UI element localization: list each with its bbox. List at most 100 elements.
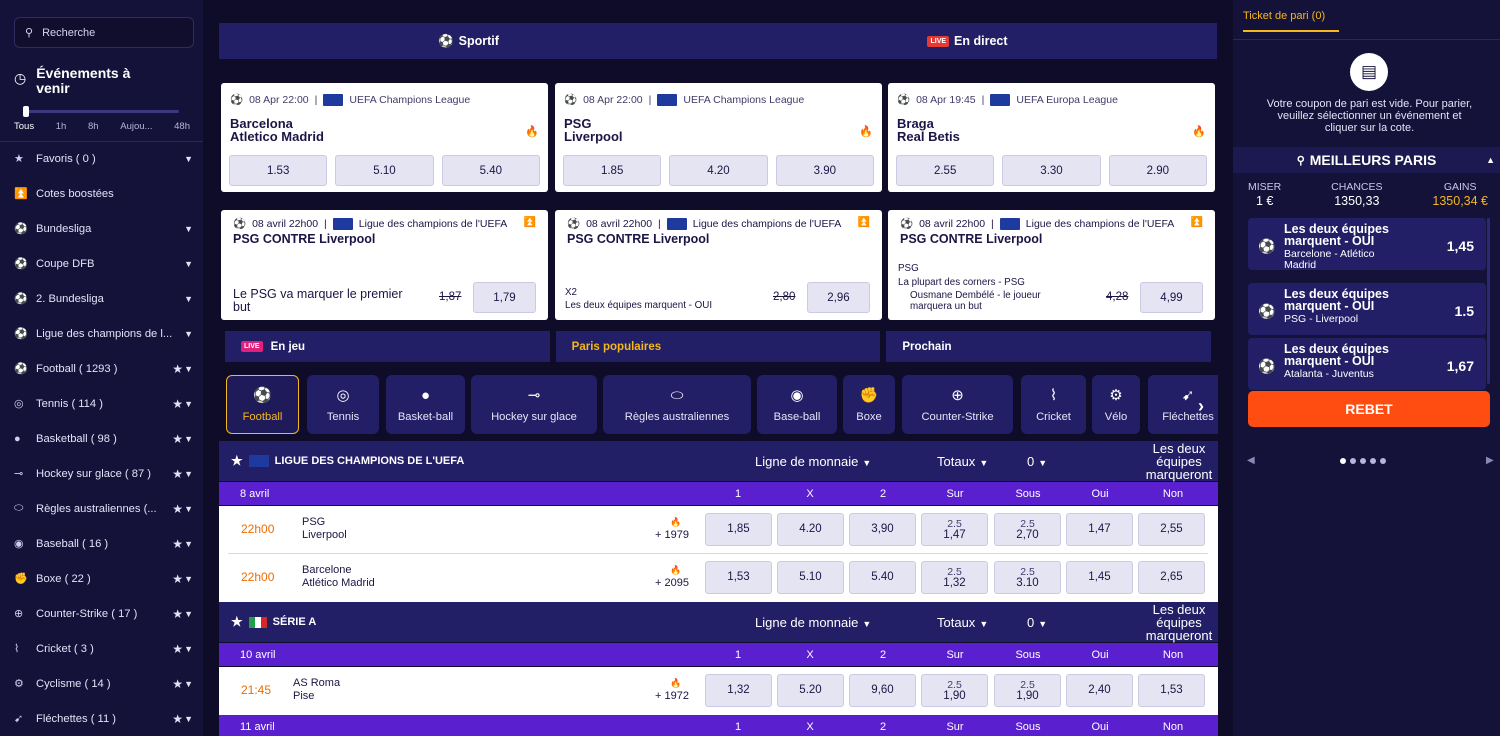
odds-button[interactable]: 1,53 [705,561,772,594]
sidebar-item[interactable]: ➹ Fléchettes ( 11 ) ★ ▼ [0,701,203,736]
sport-tab[interactable]: ◉ Base-ball [757,375,837,434]
chevron-down-icon[interactable]: ▼ [184,679,193,689]
sport-tab[interactable]: ➹ Fléchettes [1148,375,1218,434]
favorite-star-icon[interactable]: ★ [172,432,183,446]
chevron-down-icon[interactable]: ▼ [184,399,193,409]
chevron-down-icon[interactable]: ▼ [184,434,193,444]
best-bet-item[interactable]: ⚽ Les deux équipes marquent - OUI Barcelone… [1248,218,1486,271]
sidebar-item[interactable]: ⊸ Hockey sur glace ( 87 ) ★ ▼ [0,456,203,491]
table-row[interactable]: 22h00 PSG Liverpool 🔥 + 1979 1,85 4.20 3,90 2.5 1… [219,506,1218,554]
tab-sportif[interactable]: ⚽ Sportif [219,23,718,59]
chevron-down-icon[interactable]: ▼ [184,469,193,479]
favorite-star-icon[interactable]: ★ [172,642,183,656]
tab-en-direct[interactable]: LIVE En direct [718,23,1217,59]
sidebar-item[interactable]: ⚽ Ligue des champions de l... ▼ [0,316,203,351]
odds-button[interactable]: 2.5 1,47 [921,513,988,546]
sidebar-item[interactable]: ⚽ Coupe DFB ▼ [0,246,203,281]
sidebar-item[interactable]: ⚽ 2. Bundesliga ▼ [0,281,203,316]
favorite-star-icon[interactable]: ★ [172,467,183,481]
sidebar-item[interactable]: ⚽ Football ( 1293 ) ★ ▼ [0,351,203,386]
odds-button[interactable]: 4.20 [777,513,844,546]
bet-builder-card[interactable]: ⚽ 08 avril 22h00 | Ligue des champions de l… [888,210,1215,320]
favorite-star-icon[interactable]: ★ [172,572,183,586]
sidebar-item[interactable]: ⊕ Counter-Strike ( 17 ) ★ ▼ [0,596,203,631]
chevron-up-icon[interactable]: ▲ [1486,155,1495,165]
table-row[interactable]: 21:45 AS Roma Pise 🔥 + 1972 1,32 5.20 9,60 2.5 1,… [219,667,1218,715]
sport-tab[interactable]: ⬭ Règles australiennes [603,375,751,434]
chevron-right-icon[interactable]: ▶ [1486,455,1494,466]
odds-button[interactable]: 4.20 [669,155,768,186]
tab-ticket[interactable]: Ticket de pari (0) [1243,10,1339,32]
odds-button[interactable]: 5.10 [777,561,844,594]
chevron-down-icon[interactable]: ▼ [184,329,193,339]
sidebar-item[interactable]: ⚙ Cyclisme ( 14 ) ★ ▼ [0,666,203,701]
odds-button[interactable]: 9,60 [849,674,916,707]
odds-button[interactable]: 1,45 [1066,561,1133,594]
odds-button[interactable]: 1.53 [229,155,328,186]
sport-tab[interactable]: ✊ Boxe [843,375,895,434]
odds-button[interactable]: 1,53 [1138,674,1205,707]
odds-button[interactable]: 2.90 [1108,155,1207,186]
time-filter-today[interactable]: Aujou... [120,121,152,132]
markets-count[interactable]: 🔥 + 1972 [649,677,689,703]
odds-button[interactable]: 2.5 1,90 [921,674,988,707]
odds-button[interactable]: 1.85 [563,155,662,186]
featured-match-card[interactable]: ⚽ 08 Apr 22:00 | UEFA Champions League PSG Li… [555,83,882,192]
odds-button[interactable]: 2,40 [1066,674,1133,707]
chevron-down-icon[interactable]: ▼ [184,259,193,269]
favorite-star-icon[interactable]: ★ [172,607,183,621]
sport-tab[interactable]: ⚙ Vélo [1092,375,1140,434]
time-filter-48h[interactable]: 48h [174,121,190,132]
odds-button[interactable]: 3.30 [1002,155,1101,186]
time-filter-8h[interactable]: 8h [88,121,99,132]
bet-odds[interactable]: 1,45 [1447,238,1474,254]
favorite-star-icon[interactable]: ★ [231,453,243,469]
sport-tab[interactable]: ⚽ Football [226,375,299,434]
sport-tab[interactable]: ⊕ Counter-Strike [902,375,1013,434]
favorite-star-icon[interactable]: ★ [172,677,183,691]
odds-button[interactable]: 2.5 1,32 [921,561,988,594]
chevron-down-icon[interactable]: ▼ [184,714,193,724]
chevron-left-icon[interactable]: ◀ [1247,455,1255,466]
line-dropdown[interactable]: 0 ▼ [1027,615,1047,630]
table-row[interactable]: 22h00 Barcelone Atlético Madrid 🔥 + 2095 1,53… [219,554,1218,602]
sidebar-item[interactable]: ★ Favoris ( 0 ) ▼ [0,141,203,176]
chevron-down-icon[interactable]: ▼ [184,539,193,549]
odds-button[interactable]: 2.5 3.10 [994,561,1061,594]
odds-button[interactable]: 2,55 [1138,513,1205,546]
time-filter-all[interactable]: Tous [14,121,34,132]
bet-builder-card[interactable]: ⚽ 08 avril 22h00 | Ligue des champions de l… [221,210,548,320]
odds-button[interactable]: 2,96 [807,282,870,313]
chevron-down-icon[interactable]: ▼ [184,154,193,164]
sidebar-item[interactable]: ◎ Tennis ( 114 ) ★ ▼ [0,386,203,421]
favorite-star-icon[interactable]: ★ [172,502,183,516]
featured-match-card[interactable]: ⚽ 08 Apr 22:00 | UEFA Champions League Barce… [221,83,548,192]
best-bets-header[interactable]: ⚲ MEILLEURS PARIS ▲ [1233,147,1500,173]
search-input[interactable]: ⚲ Recherche [14,17,194,48]
sidebar-item[interactable]: ● Basketball ( 98 ) ★ ▼ [0,421,203,456]
favorite-star-icon[interactable]: ★ [172,712,183,726]
chevron-down-icon[interactable]: ▼ [184,644,193,654]
time-filter-1h[interactable]: 1h [56,121,67,132]
odds-button[interactable]: 1,47 [1066,513,1133,546]
odds-button[interactable]: 1,79 [473,282,536,313]
markets-count[interactable]: 🔥 + 1979 [649,516,689,542]
line-dropdown[interactable]: 0 ▼ [1027,454,1047,469]
favorite-star-icon[interactable]: ★ [172,362,183,376]
tab-paris-populaires[interactable]: Paris populaires [555,331,881,362]
odds-button[interactable]: 3.90 [775,155,874,186]
sport-tab[interactable]: ⌇ Cricket [1021,375,1086,434]
chevron-down-icon[interactable]: ▼ [184,609,193,619]
sport-tab[interactable]: ◎ Tennis [307,375,379,434]
favorite-star-icon[interactable]: ★ [172,397,183,411]
slider-knob[interactable] [23,106,29,117]
best-bet-item[interactable]: ⚽ Les deux équipes marquent - OUI PSG - Liv… [1248,283,1486,335]
bet-odds[interactable]: 1,67 [1447,358,1474,374]
market-moneyline-dropdown[interactable]: Ligne de monnaie ▼ [755,454,871,469]
odds-button[interactable]: 5.20 [777,674,844,707]
tab-prochain[interactable]: Prochain [886,331,1212,362]
odds-button[interactable]: 2.5 1,90 [994,674,1061,707]
sport-tab[interactable]: ⊸ Hockey sur glace [471,375,597,434]
market-totals-dropdown[interactable]: Totaux ▼ [937,454,988,469]
carousel-dots[interactable] [1340,458,1386,464]
